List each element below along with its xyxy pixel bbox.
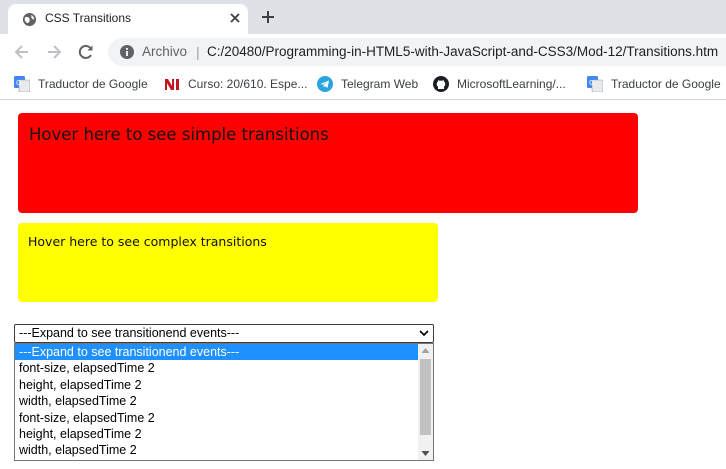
scroll-up-arrow-icon[interactable] [421, 347, 430, 354]
complex-transition-text: Hover here to see complex transitions [28, 234, 267, 249]
transitionend-events-select[interactable]: ---Expand to see transitionend events--- [14, 324, 434, 343]
dropdown-option[interactable]: width, elapsedTime 2 [15, 442, 418, 458]
site-chip: Archivo [142, 44, 188, 59]
dropdown-option[interactable]: height, elapsedTime 2 [15, 377, 418, 393]
browser-toolbar: Archivo | C:/20480/Programming-in-HTML5-… [0, 34, 726, 70]
globe-icon [22, 12, 37, 27]
back-arrow-icon[interactable] [12, 42, 32, 62]
url-text[interactable]: C:/20480/Programming-in-HTML5-with-JavaS… [207, 44, 718, 59]
google-translate-icon: G [587, 76, 603, 92]
tab-css-transitions[interactable]: CSS Transitions [8, 4, 248, 34]
dropdown-option[interactable]: height, elapsedTime 2 [15, 426, 418, 442]
bookmark-label: Telegram Web [341, 77, 419, 91]
scrollbar-thumb[interactable] [420, 359, 431, 435]
dropdown-option[interactable]: width, elapsedTime 2 [15, 393, 418, 409]
bookmarks-bar: G Traductor de Google Curso: 20/610. Esp… [0, 70, 726, 100]
complex-transition-box[interactable]: Hover here to see complex transitions [18, 223, 438, 302]
ni-logo-icon [165, 79, 179, 90]
plus-icon[interactable] [258, 7, 278, 27]
bookmark-label: Curso: 20/610. Espe... [188, 77, 308, 91]
simple-transition-box[interactable]: Hover here to see simple transitions [18, 113, 638, 213]
telegram-icon [317, 76, 333, 92]
close-icon[interactable] [226, 9, 244, 27]
tab-title: CSS Transitions [45, 11, 132, 25]
tab-strip: CSS Transitions [0, 0, 726, 34]
google-translate-icon: G [14, 76, 30, 92]
info-icon[interactable] [119, 44, 135, 60]
select-dropdown-list: ---Expand to see transitionend events---… [14, 343, 434, 461]
dropdown-option[interactable]: font-size, elapsedTime 2 [15, 410, 418, 426]
scroll-down-arrow-icon[interactable] [421, 450, 430, 457]
simple-transition-text: Hover here to see simple transitions [29, 125, 329, 144]
bookmark-label: Traductor de Google [38, 77, 148, 91]
bookmark-label: MicrosoftLearning/... [457, 77, 566, 91]
svg-text:G: G [16, 79, 21, 87]
dropdown-scrollbar[interactable] [418, 344, 433, 460]
dropdown-option[interactable]: ---Expand to see transitionend events--- [15, 344, 418, 361]
forward-arrow-icon[interactable] [44, 42, 64, 62]
bookmark-label: Traductor de Google [611, 77, 721, 91]
svg-text:G: G [589, 79, 594, 87]
select-current-value: ---Expand to see transitionend events--- [19, 326, 240, 340]
reload-icon[interactable] [76, 42, 96, 62]
omnibox-separator: | [196, 44, 200, 60]
address-bar[interactable]: Archivo | C:/20480/Programming-in-HTML5-… [108, 38, 726, 66]
github-icon [433, 76, 449, 92]
chevron-down-icon [419, 330, 429, 337]
dropdown-option[interactable]: font-size, elapsedTime 2 [15, 360, 418, 376]
